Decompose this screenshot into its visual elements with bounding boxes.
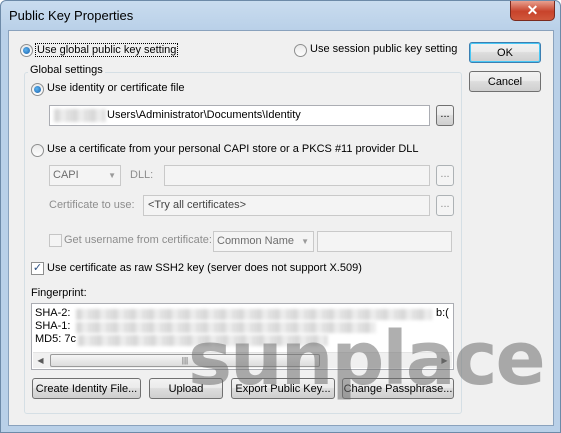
certificate-value: <Try all certificates>: [148, 199, 247, 211]
username-extra-field[interactable]: [317, 231, 452, 252]
username-from-cert-label: Get username from certificate:: [64, 234, 212, 246]
chevron-down-icon: ▼: [301, 237, 309, 246]
provider-value: CAPI: [53, 169, 79, 181]
identity-file-label[interactable]: Use identity or certificate file: [47, 82, 185, 94]
browse-certificate-button[interactable]: ...: [436, 195, 454, 216]
watermark: sunplace: [188, 316, 546, 402]
title-bar[interactable]: Public Key Properties ✕: [1, 1, 560, 29]
certificate-label: Certificate to use:: [49, 199, 135, 211]
dll-label: DLL:: [130, 169, 154, 181]
session-key-label[interactable]: Use session public key setting: [310, 43, 457, 55]
fingerprint-sha2-prefix: SHA-2:: [35, 307, 71, 319]
raw-ssh2-label[interactable]: Use certificate as raw SSH2 key (server …: [47, 262, 362, 274]
chevron-down-icon: ▼: [108, 171, 116, 180]
close-icon: ✕: [526, 2, 539, 18]
fingerprint-label: Fingerprint:: [31, 287, 87, 299]
raw-ssh2-checkbox[interactable]: ✓: [31, 262, 44, 275]
global-key-label[interactable]: Use global public key setting: [35, 43, 179, 57]
capi-label[interactable]: Use a certificate from your personal CAP…: [47, 143, 419, 155]
redacted-path-prefix: [54, 109, 106, 122]
global-settings-title: Global settings: [28, 64, 105, 76]
browse-identity-button[interactable]: ...: [436, 105, 454, 126]
create-identity-button[interactable]: Create Identity File...: [32, 378, 141, 399]
identity-path-field[interactable]: Users\Administrator\Documents\Identity: [49, 105, 430, 126]
capi-radio[interactable]: [31, 144, 44, 157]
global-key-radio[interactable]: [20, 44, 33, 57]
ok-button[interactable]: OK: [469, 42, 541, 63]
identity-file-radio[interactable]: [31, 83, 44, 96]
browse-dll-button[interactable]: ...: [436, 165, 454, 186]
identity-path-value: Users\Administrator\Documents\Identity: [107, 109, 301, 121]
fingerprint-md5-prefix: MD5: 7c: [35, 333, 76, 345]
cancel-button[interactable]: Cancel: [469, 71, 541, 92]
session-key-radio[interactable]: [294, 44, 307, 57]
provider-combo[interactable]: CAPI ▼: [49, 165, 121, 186]
username-source-combo[interactable]: Common Name ▼: [213, 231, 314, 252]
arrow-left-icon[interactable]: ◀: [33, 353, 48, 368]
close-button[interactable]: ✕: [510, 1, 555, 21]
certificate-field[interactable]: <Try all certificates>: [143, 195, 430, 216]
username-source-value: Common Name: [217, 235, 295, 247]
window-title: Public Key Properties: [9, 8, 134, 23]
dll-field[interactable]: [164, 165, 430, 186]
fingerprint-sha1-prefix: SHA-1:: [35, 320, 71, 332]
username-from-cert-checkbox[interactable]: [49, 234, 62, 247]
